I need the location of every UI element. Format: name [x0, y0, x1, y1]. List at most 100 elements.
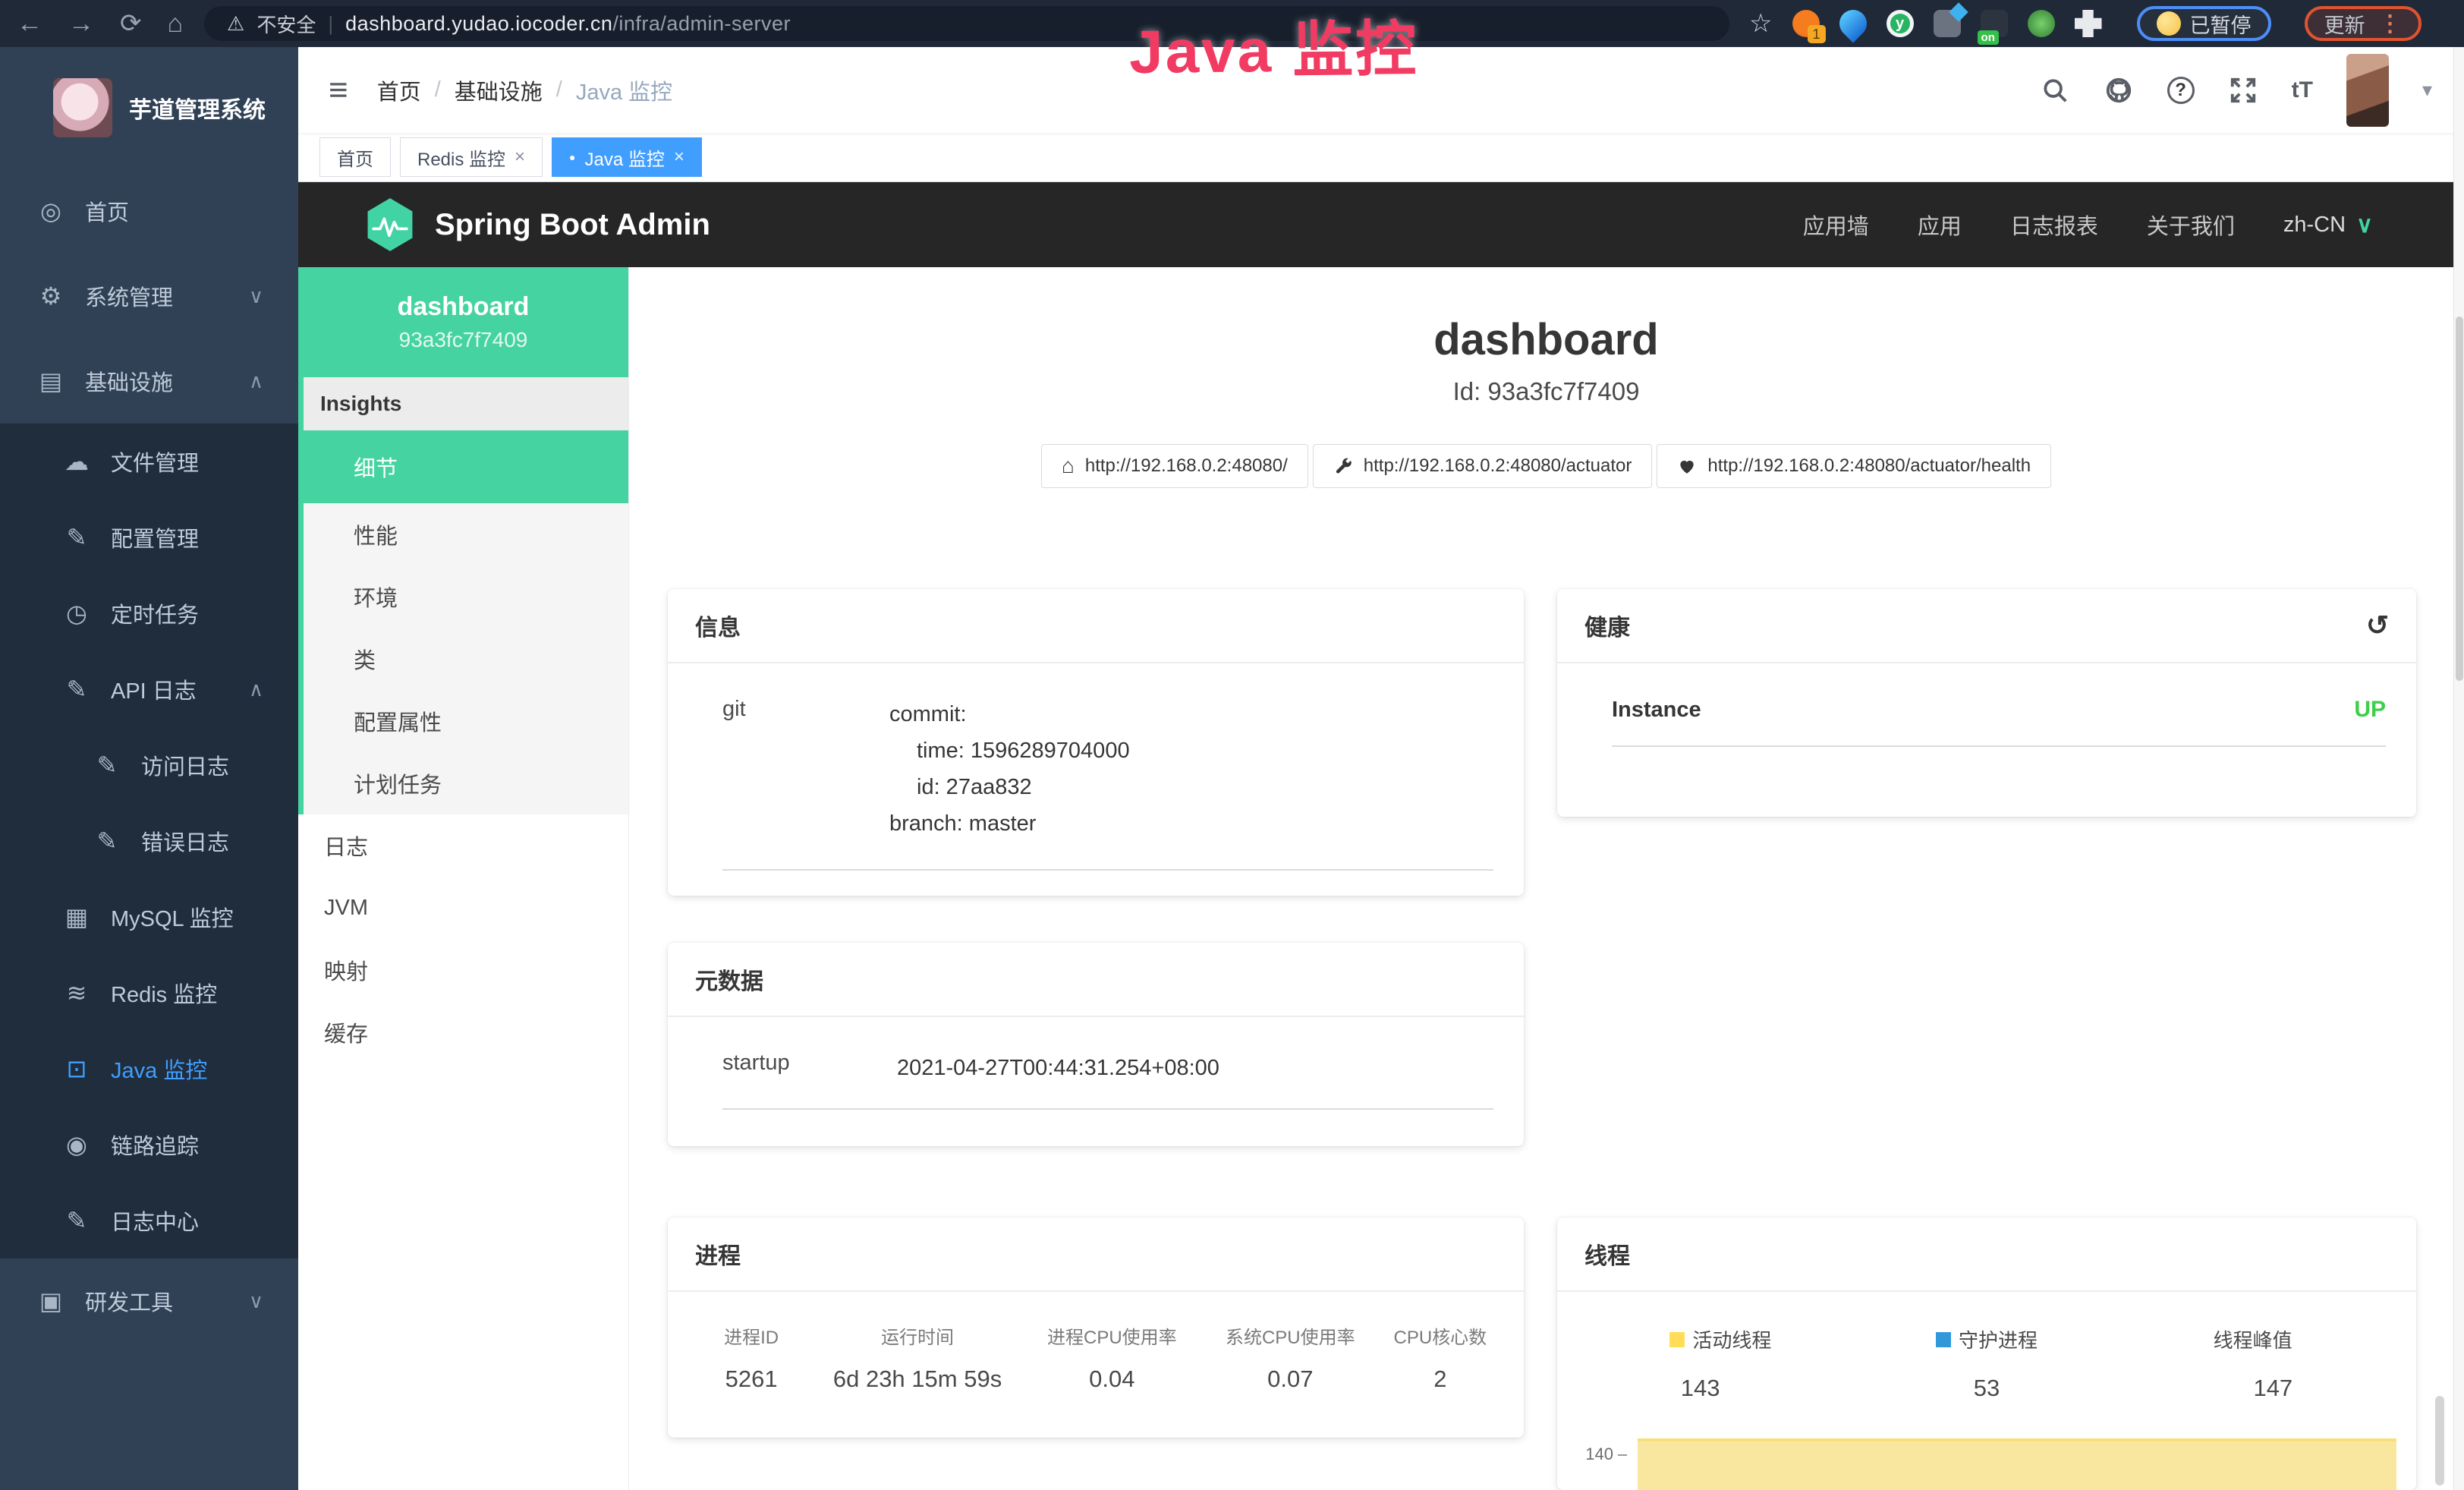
insights-group-header[interactable]: Insights — [304, 377, 628, 430]
extension-icon[interactable]: 1 — [1792, 10, 1820, 37]
sidebar-item-access-logs[interactable]: ✎ 访问日志 — [0, 727, 298, 803]
sba-item-details[interactable]: 细节 — [304, 430, 628, 503]
wrench-icon — [1333, 456, 1353, 476]
sba-nav-about[interactable]: 关于我们 — [2147, 209, 2235, 241]
sba-item-classes[interactable]: 类 — [304, 628, 628, 690]
process-col-header: 进程CPU使用率 — [1023, 1322, 1201, 1349]
tab-redis-monitor[interactable]: Redis 监控 × — [400, 137, 543, 177]
sba-item-environment[interactable]: 环境 — [304, 565, 628, 628]
sba-item-scheduled-tasks[interactable]: 计划任务 — [304, 752, 628, 814]
back-icon[interactable]: ← — [17, 11, 42, 36]
actuator-url-button[interactable]: http://192.168.0.2:48080/actuator — [1313, 444, 1653, 488]
legend-daemon-threads: 守护进程 — [1854, 1325, 2120, 1353]
instance-sidebar: dashboard 93a3fc7f7409 Insights 细节 性能 环境… — [298, 267, 628, 1490]
health-instance-row[interactable]: Instance UP — [1612, 697, 2386, 747]
breadcrumb-home[interactable]: 首页 — [377, 74, 421, 106]
paused-profile-button[interactable]: 已暂停 — [2137, 6, 2271, 41]
sidebar-item-redis-monitor[interactable]: ≋ Redis 监控 — [0, 955, 298, 1031]
sidebar-item-label: Redis 监控 — [111, 977, 298, 1009]
infrastructure-submenu: ☁ 文件管理 ✎ 配置管理 ◷ 定时任务 ✎ API 日志 ∧ ✎ 访问日志 ✎ — [0, 424, 298, 1258]
sidebar-item-mysql-monitor[interactable]: ▦ MySQL 监控 — [0, 879, 298, 955]
sidebar-item-config-management[interactable]: ✎ 配置管理 — [0, 499, 298, 575]
log-icon: ✎ — [59, 1206, 94, 1235]
tab-home[interactable]: 首页 — [319, 137, 391, 177]
grid-extension-icon[interactable] — [1934, 10, 1961, 37]
reload-icon[interactable]: ⟳ — [120, 11, 142, 36]
forward-icon[interactable]: → — [68, 11, 94, 36]
page-title: dashboard — [628, 314, 2464, 365]
address-bar[interactable]: ⚠ 不安全 | dashboard.yudao.iocoder.cn/infra… — [204, 6, 1729, 41]
window-scrollbar-thumb[interactable] — [2456, 317, 2463, 681]
sidebar-item-file-management[interactable]: ☁ 文件管理 — [0, 424, 298, 499]
sba-item-jvm[interactable]: JVM — [298, 877, 628, 939]
sidebar-item-log-center[interactable]: ✎ 日志中心 — [0, 1183, 298, 1258]
metadata-row-value: 2021-04-27T00:44:31.254+08:00 — [897, 1051, 1219, 1087]
sidebar-item-java-monitor[interactable]: ⊡ Java 监控 — [0, 1031, 298, 1107]
redis-icon: ≋ — [59, 978, 94, 1007]
insecure-warning-icon[interactable]: ⚠ — [227, 12, 244, 36]
toolbox-icon: ▣ — [33, 1287, 68, 1315]
user-avatar[interactable] — [2346, 54, 2389, 127]
sidebar-item-label: 日志中心 — [111, 1205, 298, 1236]
avatar-caret-icon[interactable]: ▾ — [2422, 78, 2432, 102]
sba-brand[interactable]: Spring Boot Admin — [365, 197, 710, 252]
browser-update-button[interactable]: 更新 ⋮ — [2305, 6, 2422, 41]
close-icon[interactable]: × — [515, 146, 525, 168]
tab-label: Redis 监控 — [417, 144, 505, 171]
sba-locale-select[interactable]: zh-CN ∨ — [2283, 212, 2373, 238]
sidebar-item-api-logs[interactable]: ✎ API 日志 ∧ — [0, 651, 298, 727]
sba-item-mappings[interactable]: 映射 — [298, 939, 628, 1001]
metadata-row-label: startup — [722, 1051, 897, 1087]
switch-extension-icon[interactable]: on — [1981, 10, 2008, 37]
pin-extension-icon[interactable] — [1833, 5, 1872, 43]
close-icon[interactable]: × — [674, 146, 684, 168]
service-url: http://192.168.0.2:48080/ — [1085, 455, 1288, 477]
brand-row[interactable]: 芋道管理系统 — [0, 47, 298, 169]
leaf-extension-icon[interactable] — [2028, 10, 2055, 37]
sba-nav-wallboard[interactable]: 应用墙 — [1803, 209, 1869, 241]
home-icon[interactable]: ⌂ — [168, 11, 184, 36]
sba-item-config-props[interactable]: 配置属性 — [304, 690, 628, 752]
sidebar-item-error-logs[interactable]: ✎ 错误日志 — [0, 803, 298, 879]
sidebar-item-home[interactable]: ◎ 首页 — [0, 169, 298, 254]
history-icon[interactable]: ↺ — [2366, 612, 2389, 639]
sidebar-item-dev-tools[interactable]: ▣ 研发工具 ∨ — [0, 1258, 298, 1344]
y-extension-icon[interactable]: y — [1887, 10, 1914, 37]
instance-header[interactable]: dashboard 93a3fc7f7409 — [298, 267, 628, 377]
health-url: http://192.168.0.2:48080/actuator/health — [1707, 455, 2031, 477]
sba-item-logs[interactable]: 日志 — [298, 814, 628, 877]
breadcrumb-infrastructure[interactable]: 基础设施 — [455, 74, 543, 106]
sba-nav-journal[interactable]: 日志报表 — [2010, 209, 2098, 241]
sidebar-item-infrastructure[interactable]: ▤ 基础设施 ∧ — [0, 339, 298, 424]
tab-label: 首页 — [337, 144, 373, 171]
service-url-button[interactable]: ⌂ http://192.168.0.2:48080/ — [1041, 444, 1308, 488]
legend-live-threads: 活动线程 — [1588, 1325, 1854, 1353]
sba-nav-applications[interactable]: 应用 — [1918, 209, 1962, 241]
sba-item-caches[interactable]: 缓存 — [298, 1001, 628, 1063]
sidebar-item-label: 基础设施 — [85, 365, 249, 397]
window-scrollbar[interactable] — [2453, 47, 2464, 1490]
content-scrollbar-thumb[interactable] — [2435, 1396, 2444, 1485]
sidebar-item-scheduled-tasks[interactable]: ◷ 定时任务 — [0, 575, 298, 651]
puzzle-extensions-icon[interactable] — [2075, 10, 2102, 37]
process-card: 进程 进程ID 运行时间 进程CPU使用率 系统CPU使用率 CPU核心数 52… — [668, 1218, 1524, 1438]
sba-item-metrics[interactable]: 性能 — [304, 503, 628, 565]
search-icon[interactable] — [2040, 75, 2070, 106]
sba-logo-icon — [365, 197, 415, 252]
help-icon[interactable]: ? — [2167, 77, 2195, 104]
chevron-up-icon: ∧ — [249, 370, 263, 393]
font-size-icon[interactable]: tT — [2292, 77, 2313, 103]
bookmark-star-icon[interactable]: ☆ — [1749, 8, 1772, 39]
process-cpu-value: 0.04 — [1023, 1366, 1201, 1393]
eye-icon: ◉ — [59, 1130, 94, 1159]
hamburger-icon[interactable]: ≡ — [329, 74, 348, 107]
sidebar-item-trace[interactable]: ◉ 链路追踪 — [0, 1107, 298, 1183]
github-icon[interactable] — [2104, 75, 2134, 106]
health-url-button[interactable]: http://192.168.0.2:48080/actuator/health — [1657, 444, 2051, 488]
sidebar-item-system[interactable]: ⚙ 系统管理 ∨ — [0, 254, 298, 339]
browser-menu-icon[interactable]: ⋮ — [2379, 11, 2402, 37]
log-icon: ✎ — [90, 827, 124, 855]
fullscreen-icon[interactable] — [2228, 75, 2258, 106]
insights-group: Insights 细节 性能 环境 类 配置属性 计划任务 — [298, 377, 628, 814]
tab-java-monitor[interactable]: ● Java 监控 × — [552, 137, 702, 177]
